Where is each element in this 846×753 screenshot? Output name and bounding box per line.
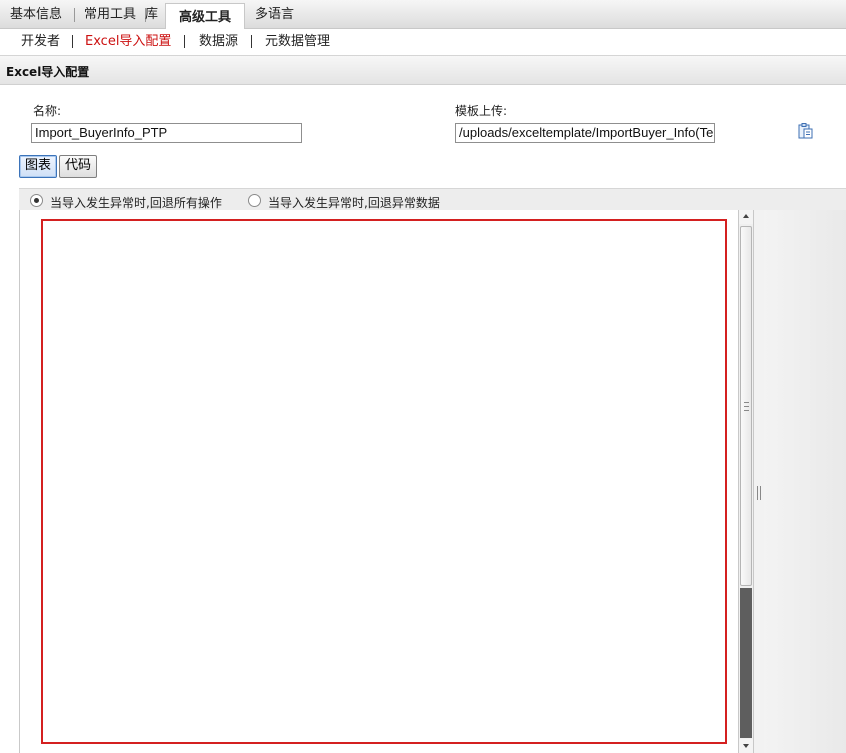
paste-clipboard-icon[interactable] — [796, 122, 814, 140]
splitter-grip-icon — [757, 486, 761, 500]
scroll-up-icon[interactable] — [739, 210, 753, 224]
tab-advanced-tools[interactable]: 高级工具 — [165, 3, 246, 30]
right-side-panel — [764, 210, 846, 753]
chart-view-button[interactable]: 图表 — [19, 155, 58, 178]
section-header: Excel导入配置 — [0, 55, 846, 85]
rollback-all-radio[interactable] — [30, 194, 43, 207]
scroll-down-icon[interactable] — [739, 739, 753, 753]
subnav-divider — [251, 35, 252, 48]
subnav-datasource[interactable]: 数据源 — [199, 34, 238, 50]
top-tab-bar: 基本信息 常用工具 库 高级工具 多语言 — [0, 0, 846, 30]
tab-common-tools[interactable]: 常用工具 — [74, 6, 146, 24]
grip-icon — [744, 402, 749, 411]
tab-library[interactable]: 库 — [140, 6, 163, 24]
scrollbar-track[interactable] — [740, 588, 752, 738]
section-title: Excel导入配置 — [6, 65, 90, 79]
subnav-divider — [72, 35, 73, 48]
name-input[interactable]: Import_BuyerInfo_PTP — [31, 123, 302, 143]
tab-basic-info[interactable]: 基本信息 — [0, 6, 72, 24]
code-view-button[interactable]: 代码 — [59, 155, 98, 178]
name-label: 名称: — [33, 104, 62, 118]
rollback-all-label[interactable]: 当导入发生异常时,回退所有操作 — [50, 194, 222, 211]
template-path-input[interactable]: /uploads/exceltemplate/ImportBuyer_Info(… — [455, 123, 715, 143]
subnav-excel-import-config[interactable]: Excel导入配置 — [85, 34, 171, 50]
subnav-divider — [184, 35, 185, 48]
rollback-error-label[interactable]: 当导入发生异常时,回退异常数据 — [268, 194, 440, 211]
subnav-developer[interactable]: 开发者 — [21, 34, 60, 50]
rollback-error-radio[interactable] — [248, 194, 261, 207]
sub-nav: 开发者 Excel导入配置 数据源 元数据管理 — [0, 29, 846, 55]
template-upload-label: 模板上传: — [455, 104, 508, 118]
design-canvas[interactable] — [41, 219, 727, 744]
panel-splitter[interactable] — [754, 210, 764, 753]
subnav-metadata-management[interactable]: 元数据管理 — [265, 34, 330, 50]
vertical-scrollbar[interactable] — [738, 210, 754, 753]
tab-multi-language[interactable]: 多语言 — [245, 6, 304, 24]
rollback-options-bar: 当导入发生异常时,回退所有操作 当导入发生异常时,回退异常数据 — [19, 188, 846, 210]
scrollbar-thumb[interactable] — [740, 226, 752, 586]
